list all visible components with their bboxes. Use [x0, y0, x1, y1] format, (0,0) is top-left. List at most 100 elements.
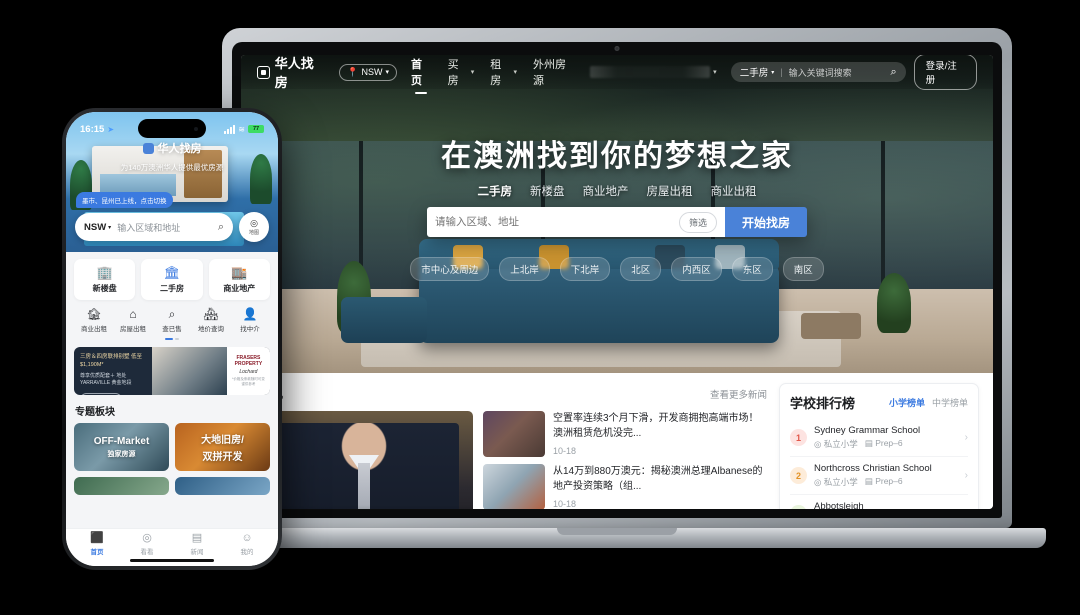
hero-tab-commercialrent[interactable]: 商业出租 — [711, 183, 757, 199]
category-commercial[interactable]: 🏬 商业地产 — [208, 259, 270, 300]
hero-tab-houserent[interactable]: 房屋出租 — [647, 183, 693, 199]
map-button[interactable]: ◎ 地图 — [239, 212, 269, 242]
school-tab-secondary[interactable]: 中学榜单 — [932, 396, 968, 409]
section-title: 专题板块 — [75, 407, 115, 418]
category-secondhand[interactable]: 🏛 二手房 — [141, 259, 203, 300]
nav-item-home[interactable]: 首页 — [411, 56, 432, 88]
chevron-down-icon: ▾ — [108, 224, 112, 231]
subcategory-commercial-rent[interactable]: 🏚 商业出租 — [76, 308, 112, 333]
phone-region-selector[interactable]: NSW ▾ — [84, 222, 111, 233]
region-chip-inner-west[interactable]: 内西区 — [671, 257, 722, 281]
phone-mockup: 16:15 ➤ ≋ 77 华人找房 为140万澳洲华人提供最优房源 墨市、昆州已… — [62, 108, 282, 570]
tab-home[interactable]: ⬛ 首页 — [72, 532, 122, 557]
tile-land-development[interactable]: 大地旧房/ 双拼开发 — [175, 423, 270, 471]
battery-icon: 77 — [248, 125, 264, 133]
school-tab-primary[interactable]: 小学榜单 — [889, 396, 925, 409]
phone-body: 🏢 新楼盘 🏛 二手房 🏬 商业地产 🏚 商业出租 ⌂ 房屋出租 ⌕ 查已售 🏘… — [66, 252, 278, 538]
hero-tab-secondhand[interactable]: 二手房 — [478, 183, 513, 199]
nav-item-buy[interactable]: 买房 ▾ — [448, 56, 475, 88]
main-category-row: 🏢 新楼盘 🏛 二手房 🏬 商业地产 — [74, 259, 270, 300]
start-search-button[interactable]: 开始找房 — [725, 207, 807, 237]
search-icon[interactable]: ⌕ — [218, 221, 224, 234]
location-selector[interactable]: 📍 NSW ▾ — [339, 63, 397, 81]
news-item-body: 从14万到880万澳元：揭秘澳洲总理Albanese的地产投资策略（组... 1… — [553, 464, 767, 509]
school-name: Northcross Christian School — [814, 463, 932, 474]
tile-title: OFF-Market — [93, 435, 150, 447]
school-row[interactable]: 1 Sydney Grammar School ◎ 私立小学 ▤ Prep–6 … — [790, 419, 968, 457]
chevron-down-icon: ▾ — [470, 69, 475, 76]
side-table-decor — [801, 313, 861, 339]
top-navigation-bar: 华人找房 📍 NSW ▾ 首页 买房 ▾ 租房 ▾ 外州房源 ▾ 二手房 ▾ |… — [241, 55, 993, 91]
tile-off-market[interactable]: OFF-Market 独家房源 — [74, 423, 169, 471]
agent-icon: 👤 — [242, 307, 258, 321]
search-sold-icon: ⌕ — [168, 307, 176, 321]
subcategory-label: 商业出租 — [81, 326, 107, 333]
subcategory-sold[interactable]: ⌕ 查已售 — [154, 308, 190, 333]
category-new-development[interactable]: 🏢 新楼盘 — [74, 259, 136, 300]
school-info: Sydney Grammar School ◎ 私立小学 ▤ Prep–6 — [814, 425, 958, 450]
status-icons: ≋ 77 — [224, 124, 264, 134]
featured-news-card[interactable]: ：如果联盟党赢得大选，将拿出$50亿让澳人更 房（组图） — [255, 411, 473, 509]
hero-search-box[interactable]: 筛选 — [427, 207, 725, 237]
news-column: 资讯 查看更多新闻 ：如果联盟党赢得大选，将拿出$50亿让澳人更 房（组图） — [255, 383, 767, 509]
phone-search-row: NSW ▾ 输入区域和地址 ⌕ ◎ 地图 — [75, 212, 269, 242]
tile-secondary-left[interactable] — [74, 477, 169, 495]
phone-brand: 华人找房 — [142, 140, 202, 156]
region-chip-north[interactable]: 北区 — [620, 257, 662, 281]
region-chip-upper-north[interactable]: 上北岸 — [499, 257, 550, 281]
phone-brand-name: 华人找房 — [157, 143, 202, 155]
nav-search-bar[interactable]: 二手房 ▾ | 输入关键词搜索 ⌕ — [730, 62, 906, 82]
hero-tab-newdev[interactable]: 新楼盘 — [530, 183, 565, 199]
location-label: NSW — [361, 67, 383, 77]
office-icon: 🏬 — [231, 265, 248, 280]
region-chip-lower-north[interactable]: 下北岸 — [559, 257, 611, 281]
tile-title: 大地旧房/ — [201, 435, 244, 446]
school-row[interactable]: 2 Northcross Christian School ◎ 私立小学 ▤ P… — [790, 457, 968, 495]
region-chip-cbd[interactable]: 市中心及周边 — [410, 257, 490, 281]
chevron-right-icon: › — [964, 432, 968, 443]
nav-item-partner-logo[interactable]: ▾ — [590, 66, 717, 78]
home-icon: ⬛ — [90, 532, 104, 544]
home-indicator — [130, 559, 214, 562]
news-list-item[interactable]: 从14万到880万澳元：揭秘澳洲总理Albanese的地产投资策略（组... 1… — [483, 464, 767, 509]
search-icon[interactable]: ⌕ — [890, 66, 896, 79]
laptop-base — [188, 528, 1046, 548]
hero-tab-commercial[interactable]: 商业地产 — [583, 183, 629, 199]
school-row[interactable]: 3 Abbotsleigh ◎ 私立小学 ▤ Prep–6 › — [790, 495, 968, 509]
tile-secondary-right[interactable] — [175, 477, 270, 495]
subcategory-land-price[interactable]: 🏘 地价查询 — [193, 308, 229, 333]
land-price-icon: 🏘 — [203, 307, 219, 321]
logo-mark-icon — [142, 142, 154, 154]
site-logo[interactable]: 华人找房 — [257, 55, 325, 91]
city-switch-badge[interactable]: 墨市、昆州已上线，点击切换 — [76, 192, 173, 208]
school-ranking-card: 学校排行榜 小学榜单 中学榜单 1 Sydney Grammar School — [779, 383, 979, 509]
filter-button[interactable]: 筛选 — [678, 211, 717, 233]
subcategory-agent[interactable]: 👤 找中介 — [232, 308, 268, 333]
tab-profile[interactable]: ☺ 我的 — [222, 533, 272, 557]
region-chip-east[interactable]: 东区 — [731, 257, 773, 281]
hero-search-input[interactable] — [435, 216, 673, 228]
more-news-link[interactable]: 查看更多新闻 — [710, 387, 767, 401]
nav-label: 外州房源 — [532, 59, 566, 87]
nav-item-rent[interactable]: 租房 ▾ — [490, 56, 517, 88]
subcategory-label: 地价查询 — [198, 326, 224, 333]
tab-explore[interactable]: ◎ 看看 — [122, 533, 172, 557]
promo-headline: 三房＆四房联排别墅 低至 $1,190M* — [80, 354, 143, 369]
nav-item-interstate[interactable]: 外州房源 — [533, 56, 574, 88]
laptop-mockup: 华人找房 📍 NSW ▾ 首页 买房 ▾ 租房 ▾ 外州房源 ▾ 二手房 ▾ |… — [188, 28, 1080, 548]
promo-image — [152, 347, 227, 395]
region-chip-south[interactable]: 南区 — [782, 257, 824, 281]
phone-search-box[interactable]: NSW ▾ 输入区域和地址 ⌕ — [75, 213, 233, 241]
promo-banner[interactable]: 三房＆四房联排别墅 低至 $1,190M* 尊享优质配套＋ 地处 YARRAVI… — [74, 347, 270, 395]
laptop-bezel: 华人找房 📍 NSW ▾ 首页 买房 ▾ 租房 ▾ 外州房源 ▾ 二手房 ▾ |… — [232, 42, 1002, 518]
login-register-button[interactable]: 登录/注册 — [913, 55, 977, 90]
nav-right-group: 二手房 ▾ | 输入关键词搜索 ⌕ 登录/注册 — [730, 55, 977, 90]
school-card-title: 学校排行榜 — [790, 396, 856, 411]
tab-label: 首页 — [90, 549, 104, 556]
nav-search-category[interactable]: 二手房 ▾ — [740, 65, 775, 79]
tab-news[interactable]: ▤ 新闻 — [172, 533, 222, 557]
news-thumbnail — [483, 411, 545, 457]
promo-cta-button[interactable]: 点击了解详情 — [80, 392, 123, 395]
news-list-item[interactable]: 空置率连续3个月下滑，开发商拥抱高端市场！澳洲租赁危机没完... 10-18 — [483, 411, 767, 457]
subcategory-house-rent[interactable]: ⌂ 房屋出租 — [115, 308, 151, 333]
